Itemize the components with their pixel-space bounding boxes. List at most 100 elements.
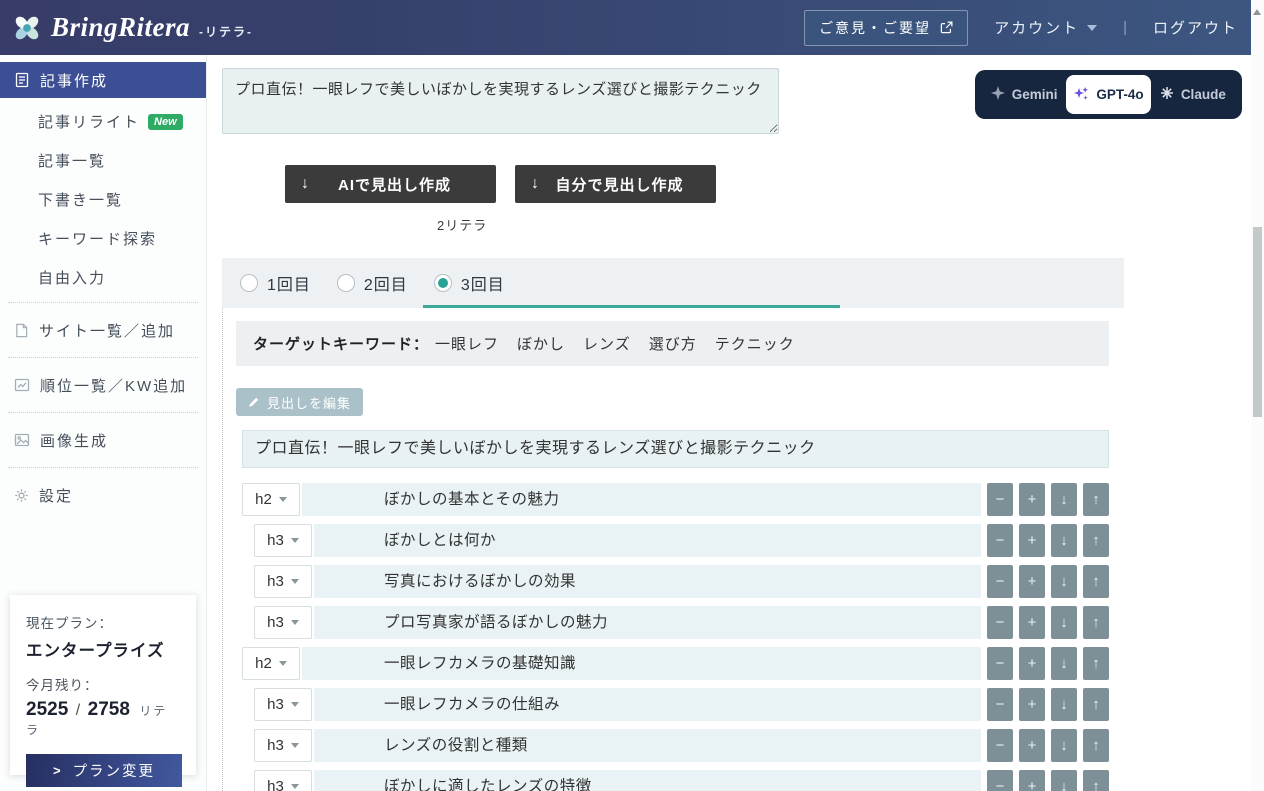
tab-attempt-2[interactable]: 2回目 — [337, 271, 408, 295]
radio-icon — [240, 274, 258, 292]
radio-icon — [337, 274, 355, 292]
remove-heading-button[interactable]: − — [987, 565, 1013, 598]
brand-suffix: -リテラ- — [199, 23, 253, 40]
add-heading-button[interactable]: + — [1019, 483, 1045, 516]
sidebar-item-label: 下書き一覧 — [38, 189, 123, 210]
add-heading-button[interactable]: + — [1019, 729, 1045, 762]
plan-card: 現在プラン： エンタープライズ 今月残り： 2525 / 2758 リテラ > … — [10, 595, 196, 775]
feedback-button[interactable]: ご意見・ご要望 — [804, 10, 968, 46]
move-up-heading-button[interactable]: ↑ — [1083, 483, 1109, 516]
remove-heading-button[interactable]: − — [987, 606, 1013, 639]
sidebar-item-4[interactable]: キーワード探索 — [0, 219, 206, 258]
ai-create-headings-button[interactable]: ↓ AIで見出し作成 — [285, 165, 496, 203]
heading-level-select[interactable]: h3 — [254, 565, 312, 598]
tab-attempt-1[interactable]: 1回目 — [240, 271, 311, 295]
self-create-headings-button[interactable]: ↓ 自分で見出し作成 — [515, 165, 716, 203]
remove-heading-button[interactable]: − — [987, 647, 1013, 680]
sidebar-item-0[interactable]: 記事作成 — [0, 62, 206, 98]
brand[interactable]: BringRitera -リテラ- — [12, 12, 253, 43]
sidebar-item-8[interactable]: 画像生成 — [0, 418, 206, 462]
heading-level-select[interactable]: h3 — [254, 524, 312, 557]
heading-level-select[interactable]: h2 — [242, 647, 300, 680]
sidebar-item-1[interactable]: 記事リライト New — [0, 102, 206, 141]
model-option-gemini[interactable]: Gemini — [982, 75, 1066, 114]
sidebar-item-6[interactable]: サイト一覧／追加 — [0, 308, 206, 352]
sidebar-item-label: 記事リライト — [38, 111, 140, 132]
page-scrollbar[interactable] — [1251, 0, 1264, 791]
move-up-heading-button[interactable]: ↑ — [1083, 565, 1109, 598]
brand-name: BringRitera — [51, 12, 190, 43]
sidebar-item-5[interactable]: 自由入力 — [0, 258, 206, 297]
move-down-heading-button[interactable]: ↓ — [1051, 483, 1077, 516]
sidebar-item-label: 設定 — [39, 485, 73, 506]
heading-level-value: h3 — [267, 778, 284, 791]
add-heading-button[interactable]: + — [1019, 770, 1045, 791]
move-up-heading-button[interactable]: ↑ — [1083, 729, 1109, 762]
add-heading-button[interactable]: + — [1019, 647, 1045, 680]
heading-level-select[interactable]: h3 — [254, 606, 312, 639]
sidebar-item-label: 記事一覧 — [38, 150, 106, 171]
heading-level-select[interactable]: h2 — [242, 483, 300, 516]
remove-heading-button[interactable]: − — [987, 524, 1013, 557]
edit-headings-button[interactable]: 見出しを編集 — [236, 388, 363, 416]
move-down-heading-button[interactable]: ↓ — [1051, 647, 1077, 680]
account-menu[interactable]: アカウント — [994, 17, 1097, 38]
move-up-heading-button[interactable]: ↑ — [1083, 647, 1109, 680]
heading-row-actions: −+↓↑ — [987, 565, 1109, 598]
move-down-heading-button[interactable]: ↓ — [1051, 729, 1077, 762]
sidebar-divider — [8, 302, 198, 303]
heading-row-actions: −+ ↓ ↑ — [987, 770, 1109, 791]
heading-text-field[interactable]: 一眼レフカメラの基礎知識 — [302, 647, 981, 680]
logout-link[interactable]: ログアウト — [1153, 17, 1238, 38]
heading-text-field[interactable]: ぼかしとは何か — [314, 524, 981, 557]
move-down-heading-button[interactable]: ↓ — [1051, 688, 1077, 721]
total-value: 2758 — [88, 699, 130, 720]
remove-heading-button[interactable]: − — [987, 729, 1013, 762]
remove-heading-button[interactable]: − — [987, 483, 1013, 516]
tab-label: 3回目 — [461, 271, 505, 295]
change-plan-button[interactable]: > プラン変更 — [26, 754, 182, 787]
ai-create-headings-label: AIで見出し作成 — [309, 174, 480, 195]
move-down-heading-button[interactable]: ↓ — [1051, 770, 1077, 791]
sidebar-item-9[interactable]: 設定 — [0, 473, 206, 517]
sidebar-item-2[interactable]: 記事一覧 — [0, 141, 206, 180]
chevron-down-icon — [279, 661, 287, 666]
remove-heading-button[interactable]: − — [987, 688, 1013, 721]
heading-text-field[interactable]: ぼかしに適したレンズの特徴 — [314, 770, 981, 791]
article-title-textarea[interactable]: プロ直伝！一眼レフで美しいぼかしを実現するレンズ選びと撮影テクニック — [222, 68, 779, 134]
move-down-heading-button[interactable]: ↓ — [1051, 606, 1077, 639]
pencil-icon — [248, 396, 260, 408]
heading-text-field[interactable]: レンズの役割と種類 — [314, 729, 981, 762]
move-up-heading-button[interactable]: ↑ — [1083, 688, 1109, 721]
heading-level-select[interactable]: h3 — [254, 770, 312, 791]
heading-text-field[interactable]: ぼかしの基本とその魅力 — [302, 483, 981, 516]
article-title-display[interactable]: プロ直伝！一眼レフで美しいぼかしを実現するレンズ選びと撮影テクニック — [242, 430, 1109, 468]
sidebar-item-label: 画像生成 — [40, 430, 108, 451]
move-up-heading-button[interactable]: ↑ — [1083, 606, 1109, 639]
model-option-claude[interactable]: Claude — [1151, 75, 1235, 114]
heading-text-field[interactable]: プロ写真家が語るぼかしの魅力 — [314, 606, 981, 639]
chevron-down-icon — [1087, 25, 1097, 31]
sidebar-item-7[interactable]: 順位一覧／KW追加 — [0, 363, 206, 407]
move-up-heading-button[interactable]: ↑ — [1083, 770, 1109, 791]
heading-level-select[interactable]: h3 — [254, 688, 312, 721]
move-down-heading-button[interactable]: ↓ — [1051, 565, 1077, 598]
add-heading-button[interactable]: + — [1019, 565, 1045, 598]
header-nav: ご意見・ご要望 アカウント | ログアウト — [804, 10, 1238, 46]
model-option-gpt-4o[interactable]: GPT-4o — [1066, 75, 1150, 114]
add-heading-button[interactable]: + — [1019, 606, 1045, 639]
tab-label: 1回目 — [267, 271, 311, 295]
move-down-heading-button[interactable]: ↓ — [1051, 524, 1077, 557]
add-heading-button[interactable]: + — [1019, 688, 1045, 721]
add-heading-button[interactable]: + — [1019, 524, 1045, 557]
heading-level-select[interactable]: h3 — [254, 729, 312, 762]
scrollbar-thumb[interactable] — [1253, 227, 1262, 417]
heading-text-field[interactable]: 写真におけるぼかしの効果 — [314, 565, 981, 598]
tab-attempt-3[interactable]: 3回目 — [434, 271, 505, 295]
remove-heading-button[interactable]: − — [987, 770, 1013, 791]
heading-text-field[interactable]: 一眼レフカメラの仕組み — [314, 688, 981, 721]
sidebar-item-3[interactable]: 下書き一覧 — [0, 180, 206, 219]
scroll-up-arrow-icon[interactable] — [1253, 9, 1261, 15]
target-keywords-list: 一眼レフぼかしレンズ選び方テクニック — [429, 333, 795, 354]
move-up-heading-button[interactable]: ↑ — [1083, 524, 1109, 557]
